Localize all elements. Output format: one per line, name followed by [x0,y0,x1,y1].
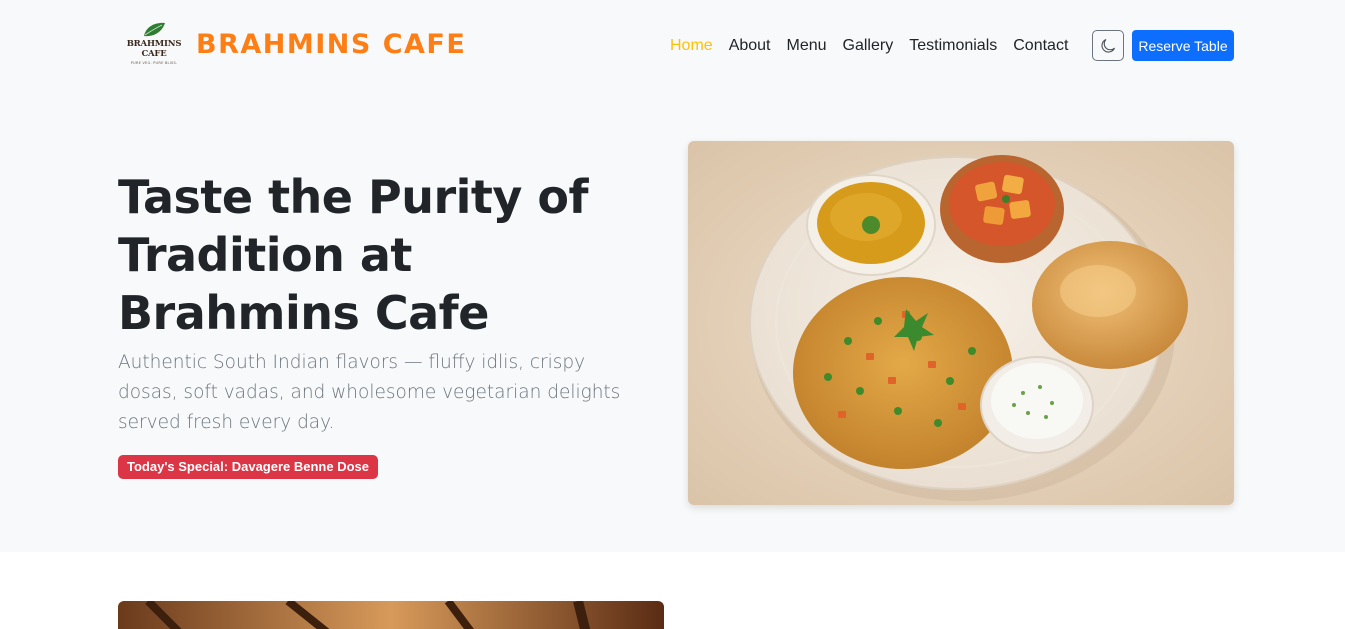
special-badge: Today's Special: Davagere Benne Dose [118,455,378,479]
hero-food-image [688,141,1234,505]
nav-link-testimonials[interactable]: Testimonials [909,34,997,58]
nav-link-menu[interactable]: Menu [787,34,827,58]
nav-link-gallery[interactable]: Gallery [843,34,894,58]
leaf-icon [144,22,165,37]
nav-links: Home About Menu Gallery Testimonials Con… [670,34,1068,58]
nav-link-home[interactable]: Home [670,34,713,58]
reserve-table-button[interactable]: Reserve Table [1132,30,1234,61]
theme-toggle-button[interactable] [1092,30,1124,61]
brand-name[interactable]: BRAHMINS CAFE [196,27,466,63]
about-interior-image [118,601,664,629]
hero-title: Taste the Purity of Tradition at Brahmin… [118,170,589,340]
logo-name-line1: BRAHMINS [126,39,182,49]
logo-name-line2: CAFE [141,49,167,59]
nav-link-about[interactable]: About [729,34,771,58]
hero-section: Taste the Purity of Tradition at Brahmin… [0,93,1345,552]
logo-name: BRAHMINS CAFE [126,39,182,59]
hero-lead: Authentic South Indian flavors — fluffy … [118,352,621,433]
nav-link-contact[interactable]: Contact [1013,34,1068,58]
brand-logo[interactable]: BRAHMINS CAFE PURE VEG. PURE BLISS. [126,22,182,68]
logo-tagline: PURE VEG. PURE BLISS. [130,61,178,65]
moon-icon [1101,38,1116,53]
navbar: BRAHMINS CAFE PURE VEG. PURE BLISS. BRAH… [0,0,1345,93]
